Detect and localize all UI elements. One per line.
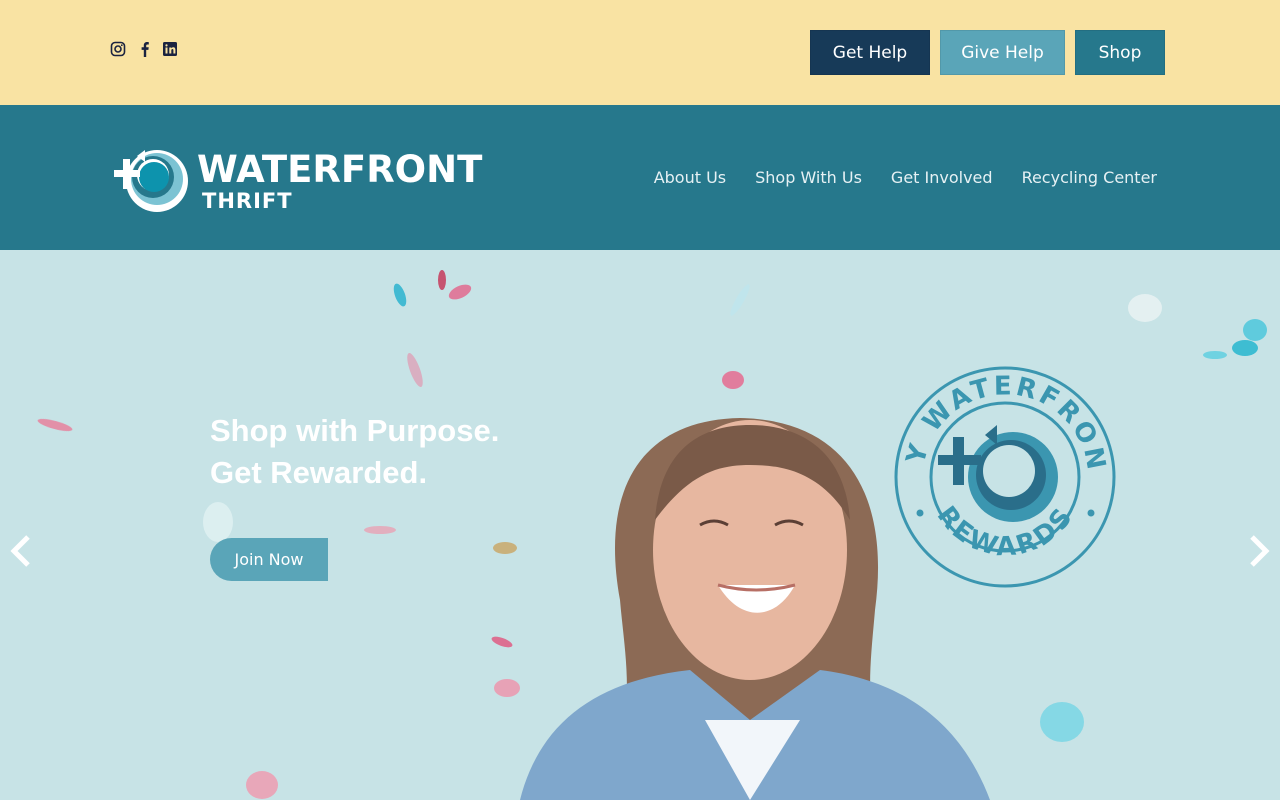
logo-subtitle: THRIFT	[202, 189, 293, 213]
nav-item-shop-with-us[interactable]: Shop With Us	[755, 168, 862, 187]
hero-headline-line-2: Get Rewarded.	[210, 455, 428, 490]
nav-item-about-us[interactable]: About Us	[654, 168, 726, 187]
facebook-icon[interactable]	[137, 41, 153, 59]
logo-mark-icon	[114, 150, 188, 212]
site-header: WATERFRONT THRIFT About Us Shop With Us …	[0, 105, 1280, 250]
get-help-button[interactable]: Get Help	[810, 30, 930, 75]
chevron-right-icon[interactable]	[1246, 533, 1272, 569]
hero-slider: Shop with Purpose. Get Rewarded. Join No…	[0, 250, 1280, 800]
nav-item-recycling-center[interactable]: Recycling Center	[1022, 168, 1157, 187]
hero-headline: Shop with Purpose. Get Rewarded.	[210, 410, 499, 494]
logo-wordmark: WATERFRONT	[197, 148, 483, 191]
instagram-icon[interactable]	[110, 41, 126, 59]
nav-item-get-involved[interactable]: Get Involved	[891, 168, 993, 187]
shop-button[interactable]: Shop	[1075, 30, 1165, 75]
chevron-left-icon[interactable]	[8, 533, 34, 569]
hero-headline-line-1: Shop with Purpose.	[210, 413, 500, 448]
main-nav: About Us Shop With Us Get Involved Recyc…	[654, 168, 1157, 187]
top-utility-bar: Get Help Give Help Shop	[0, 0, 1280, 105]
join-now-button[interactable]: Join Now	[210, 538, 328, 581]
give-help-button[interactable]: Give Help	[940, 30, 1065, 75]
linkedin-icon[interactable]	[162, 41, 178, 59]
rewards-badge-logo: MY WATERFRONT REWARDS	[893, 365, 1116, 588]
site-logo[interactable]: WATERFRONT THRIFT	[113, 145, 482, 217]
